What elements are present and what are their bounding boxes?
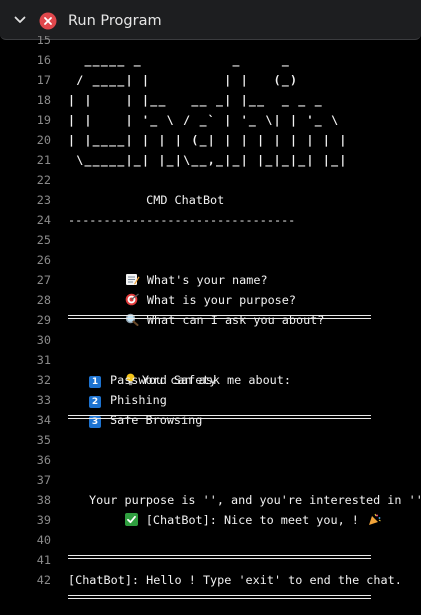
- line-number: 36: [36, 453, 51, 467]
- console-output[interactable]: 15 16 17 18 19 20 21 22 23 24 25 26 27 2…: [0, 36, 421, 615]
- double-rule: [68, 555, 371, 559]
- greeting-text: [ChatBot]: Nice to meet you, !: [145, 513, 367, 527]
- app-title: CMD ChatBot: [68, 193, 225, 207]
- ascii-logo-line: _____ _ _ _: [68, 53, 315, 67]
- chevron-down-icon[interactable]: [12, 12, 28, 28]
- window-title: Run Program: [68, 13, 162, 29]
- line-number: 41: [36, 553, 51, 567]
- double-rule: [68, 595, 371, 599]
- dash-separator: --------------------------------: [68, 213, 296, 227]
- ascii-logo-line: / ____| | | | (_): [68, 73, 315, 87]
- ascii-logo-line: | | | |__ __ _| |__ _ _ _: [68, 93, 323, 107]
- ascii-logo-line: \_____|_| |_|\__,_|_| |_|_|_| |_|: [68, 153, 348, 167]
- party-popper-icon: [369, 513, 381, 525]
- double-rule: [68, 315, 371, 319]
- double-rule: [68, 415, 371, 419]
- error-icon: [39, 12, 57, 30]
- line-number: 22: [36, 173, 51, 187]
- run-program-panel: Run Program 15 16 17 18 19 20 21 22 23 2…: [0, 0, 421, 615]
- ascii-logo-line: | | | '_ \ / _` | '_ \| | '_ \: [68, 113, 340, 127]
- ascii-logo-line: | |____| | | | (_| | | | | | | | |: [68, 133, 348, 147]
- line-number: 40: [36, 533, 51, 547]
- title-bar: Run Program: [0, 0, 421, 40]
- hello-line: [ChatBot]: Hello ! Type 'exit' to end th…: [68, 573, 402, 587]
- topic-item: 3 Safe Browsing: [89, 410, 202, 430]
- purpose-line: Your purpose is '', and you're intereste…: [89, 493, 421, 507]
- check-mark-icon: [124, 513, 138, 526]
- line-number: 15: [36, 36, 51, 47]
